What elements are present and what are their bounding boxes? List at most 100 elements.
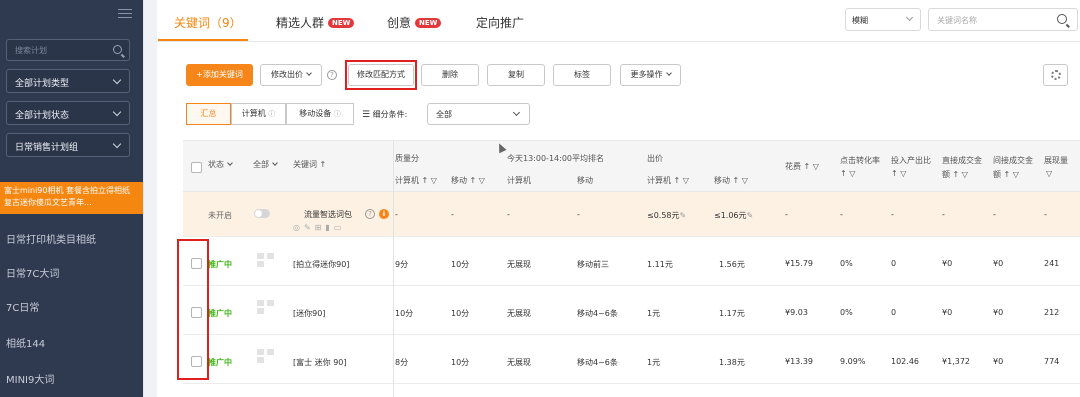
gear-icon <box>1051 70 1061 80</box>
row-rank-pc: 无展现 <box>507 358 531 367</box>
add-keyword-button[interactable]: +添加关键词 <box>186 64 253 86</box>
tab-keywords[interactable]: 关键词（9） <box>174 14 242 31</box>
help-icon[interactable]: ⓘ <box>334 110 341 118</box>
row-indirect: ¥0 <box>993 308 1004 317</box>
promo-name: 流量智选词包 <box>304 210 352 219</box>
help-icon[interactable]: ? <box>365 209 375 219</box>
edit-icon[interactable]: ✎ <box>680 211 687 220</box>
rank-mobile-header: 移动 <box>577 176 593 185</box>
frozen-column-divider <box>393 140 394 397</box>
row-bid-mobile[interactable]: 1.17元 <box>719 308 745 319</box>
tab-creative[interactable]: 创意 NEW <box>387 14 442 31</box>
promo-bid-mobile[interactable]: ≤1.06元✎ <box>714 210 753 221</box>
promo-action-icons[interactable]: ◎✎⊞▮▭ <box>293 223 345 232</box>
quality-pc-header[interactable]: 计算机 ↑ ▽ <box>395 175 437 186</box>
cvr-header[interactable]: 点击转化率 <box>840 155 880 166</box>
sidebar-item[interactable]: 相纸144 <box>6 335 45 350</box>
promo-rank-mobile: - <box>577 210 580 219</box>
select-all-checkbox[interactable] <box>191 162 202 173</box>
match-type-select[interactable]: 模糊 <box>845 8 921 31</box>
status-filter-header[interactable]: 全部 <box>253 159 278 170</box>
impressions-sort-header[interactable]: ▽ <box>1046 169 1052 178</box>
cost-header[interactable]: 花费 ↑ ▽ <box>785 161 819 172</box>
row-impressions: 212 <box>1044 308 1060 317</box>
plan-group-select[interactable]: 日常销售计划组 <box>6 133 130 157</box>
view-mobile-tab[interactable]: 移动设备 ⓘ <box>286 103 354 125</box>
row-bid-mobile[interactable]: 1.56元 <box>719 259 745 270</box>
row-bid-pc[interactable]: 1.11元 <box>647 259 673 270</box>
row-keyword[interactable]: [富士 迷你 90] <box>293 357 347 368</box>
sidebar-search-input[interactable]: 搜索计划 <box>6 39 130 61</box>
row-keyword[interactable]: [拍立得迷你90] <box>293 259 349 270</box>
row-quality-pc: 9分 <box>395 260 409 269</box>
tab-label: 关键词（9） <box>174 16 242 30</box>
copy-button[interactable]: 复制 <box>487 64 545 86</box>
chevron-down-icon <box>905 13 914 22</box>
sidebar-item-active[interactable]: 富士mini90相机 套餐含拍立得相纸 复古迷你傻瓜文艺青年... <box>0 182 143 214</box>
row-bid-mobile[interactable]: 1.38元 <box>719 357 745 368</box>
help-icon[interactable]: ? <box>327 70 337 80</box>
roi-header[interactable]: 投入产出比 <box>891 155 931 166</box>
settings-button[interactable] <box>1043 64 1068 86</box>
view-summary-tab[interactable]: 汇总 <box>186 103 231 125</box>
cvr-sort-header[interactable]: ↑ ▽ <box>840 169 855 178</box>
row-keyword[interactable]: [迷你90] <box>293 308 325 319</box>
rank-header: 今天13:00-14:00平均排名 <box>507 154 604 163</box>
new-badge: NEW <box>415 18 442 28</box>
tab-audience[interactable]: 精选人群 NEW <box>276 14 355 31</box>
promo-roi: - <box>891 210 894 219</box>
help-icon[interactable]: ⓘ <box>268 110 275 118</box>
row-bid-pc[interactable]: 1元 <box>647 357 660 368</box>
collapse-menu-icon[interactable] <box>118 9 132 19</box>
tag-button[interactable]: 标签 <box>553 64 611 86</box>
row-impressions: 241 <box>1044 259 1060 268</box>
search-icon[interactable] <box>113 45 122 54</box>
promo-status: 未开启 <box>208 211 232 220</box>
bid-pc-header[interactable]: 计算机 ↑ ▽ <box>647 175 689 186</box>
keyword-thumbnail <box>257 253 277 267</box>
roi-sort-header[interactable]: ↑ ▽ <box>891 169 906 178</box>
plan-type-select[interactable]: 全部计划类型 <box>6 69 130 93</box>
promo-quality-pc: - <box>395 210 398 219</box>
promo-bid-mobile-value: ≤1.06元 <box>714 211 747 220</box>
more-actions-button[interactable]: 更多操作 <box>620 64 681 86</box>
modify-bid-label: 修改出价 <box>271 70 303 79</box>
segment-filter-text: 细分条件: <box>372 110 408 119</box>
promo-toggle[interactable] <box>254 209 270 218</box>
indirect-gmv-header[interactable]: 间接成交金 <box>993 155 1033 166</box>
plan-status-select[interactable]: 全部计划状态 <box>6 101 130 125</box>
indirect-gmv-sort-header[interactable]: 额 ↑ ▽ <box>993 169 1019 180</box>
row-rank-mobile: 移动4~6条 <box>577 358 618 367</box>
direct-gmv-header[interactable]: 直接成交金 <box>942 155 982 166</box>
view-computer-tab[interactable]: 计算机 ⓘ <box>231 103 286 125</box>
delete-button[interactable]: 删除 <box>421 64 479 86</box>
status-header[interactable]: 状态 <box>208 159 233 170</box>
info-icon[interactable]: i <box>379 209 389 219</box>
sidebar-item[interactable]: 日常7C大词 <box>6 265 59 280</box>
impressions-header[interactable]: 展现量 <box>1044 155 1068 166</box>
bid-mobile-header[interactable]: 移动 ↑ ▽ <box>714 175 748 186</box>
sidebar-item[interactable]: 日常打印机类目相纸 <box>6 231 96 246</box>
edit-icon[interactable]: ✎ <box>747 211 754 220</box>
chevron-down-icon <box>512 108 521 117</box>
keyword-header[interactable]: 关键词 ↑ <box>293 159 326 170</box>
promo-bid-pc-value: ≤0.58元 <box>647 211 680 220</box>
modify-bid-button[interactable]: 修改出价 <box>260 64 322 86</box>
segment-filter-label: ☰ 细分条件: <box>362 109 407 120</box>
search-icon[interactable] <box>1057 14 1067 24</box>
plan-status-label: 全部计划状态 <box>15 111 70 121</box>
row-bid-pc[interactable]: 1元 <box>647 308 660 319</box>
keyword-thumbnail <box>257 300 277 314</box>
promo-bid-pc[interactable]: ≤0.58元✎ <box>647 210 686 221</box>
sidebar-item[interactable]: MINI9大词 <box>6 371 54 386</box>
tab-label: 精选人群 <box>276 16 325 30</box>
segment-filter-value: 全部 <box>436 110 452 119</box>
keyword-search-input[interactable]: 关键词名称 <box>928 8 1078 31</box>
quality-mobile-header[interactable]: 移动 ↑ ▽ <box>451 175 485 186</box>
sidebar-search-placeholder: 搜索计划 <box>15 46 47 55</box>
direct-gmv-sort-header[interactable]: 额 ↑ ▽ <box>942 169 968 180</box>
more-actions-label: 更多操作 <box>630 70 663 79</box>
segment-filter-select[interactable]: 全部 <box>427 103 530 125</box>
sidebar-item[interactable]: 7C日常 <box>6 299 39 314</box>
tab-targeting[interactable]: 定向推广 <box>476 14 524 31</box>
